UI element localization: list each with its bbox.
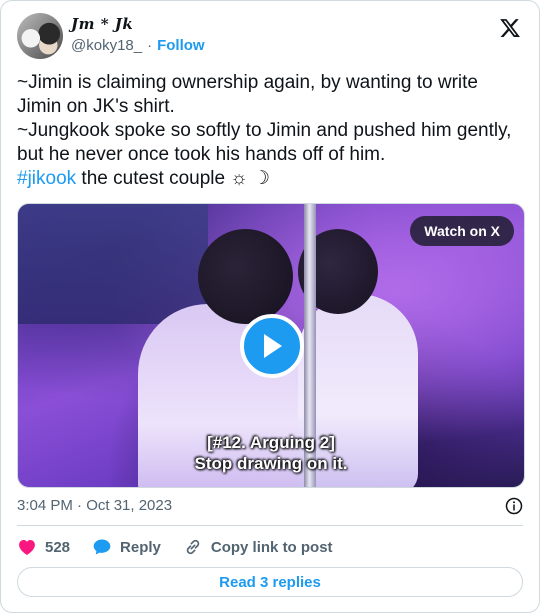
copy-link-label: Copy link to post: [210, 538, 333, 556]
tweet-card: Jm * Jk @koky18_ · Follow ~Jimin is clai…: [0, 0, 540, 613]
background-window: [18, 204, 208, 324]
name-row: Jm * Jk: [71, 15, 133, 33]
handle-row: @koky18_ · Follow: [71, 37, 205, 54]
heart-icon: [19, 540, 35, 555]
avatar[interactable]: [17, 13, 63, 59]
divider: [17, 525, 523, 526]
tweet-text-tail: the cutest couple ☼ ☽: [76, 168, 271, 189]
handle[interactable]: @koky18_: [71, 37, 142, 54]
timestamp[interactable]: 3:04 PM · Oct 31, 2023: [17, 497, 172, 514]
x-logo-icon[interactable]: [499, 17, 521, 39]
reply-bubble-icon: [93, 539, 111, 555]
person-left-head: [198, 229, 293, 324]
info-icon[interactable]: [505, 497, 523, 515]
likes-count: 528: [45, 538, 71, 556]
like-button[interactable]: 528: [17, 537, 70, 557]
hashtag-link[interactable]: #jikook: [17, 168, 76, 189]
tweet-text-body: ~Jimin is claiming ownership again, by w…: [17, 72, 512, 165]
tweet-header: Jm * Jk @koky18_ · Follow: [17, 13, 525, 61]
action-bar: 528 Reply Copy link to post: [17, 536, 355, 558]
subtitle-line-2: Stop drawing on it.: [194, 454, 348, 473]
separator-dot: ·: [147, 37, 153, 54]
video-subtitle: [#12. Arguing 2] Stop drawing on it.: [18, 432, 524, 474]
subtitle-line-1: [#12. Arguing 2]: [207, 433, 335, 452]
follow-button[interactable]: Follow: [157, 37, 205, 54]
reply-label: Reply: [120, 538, 161, 556]
timestamp-row: 3:04 PM · Oct 31, 2023: [17, 497, 523, 517]
read-replies-button[interactable]: Read 3 replies: [17, 567, 523, 597]
play-icon: [264, 334, 282, 358]
copy-link-button[interactable]: Copy link to post: [183, 537, 333, 557]
video-player[interactable]: Watch on X [#12. Arguing 2] Stop drawing…: [17, 203, 525, 488]
tweet-text: ~Jimin is claiming ownership again, by w…: [17, 71, 523, 191]
watch-on-x-button[interactable]: Watch on X: [410, 216, 514, 246]
play-button[interactable]: [240, 314, 304, 378]
display-name[interactable]: Jm * Jk: [71, 15, 133, 33]
reply-button[interactable]: Reply: [92, 537, 161, 557]
link-icon: [186, 539, 200, 555]
